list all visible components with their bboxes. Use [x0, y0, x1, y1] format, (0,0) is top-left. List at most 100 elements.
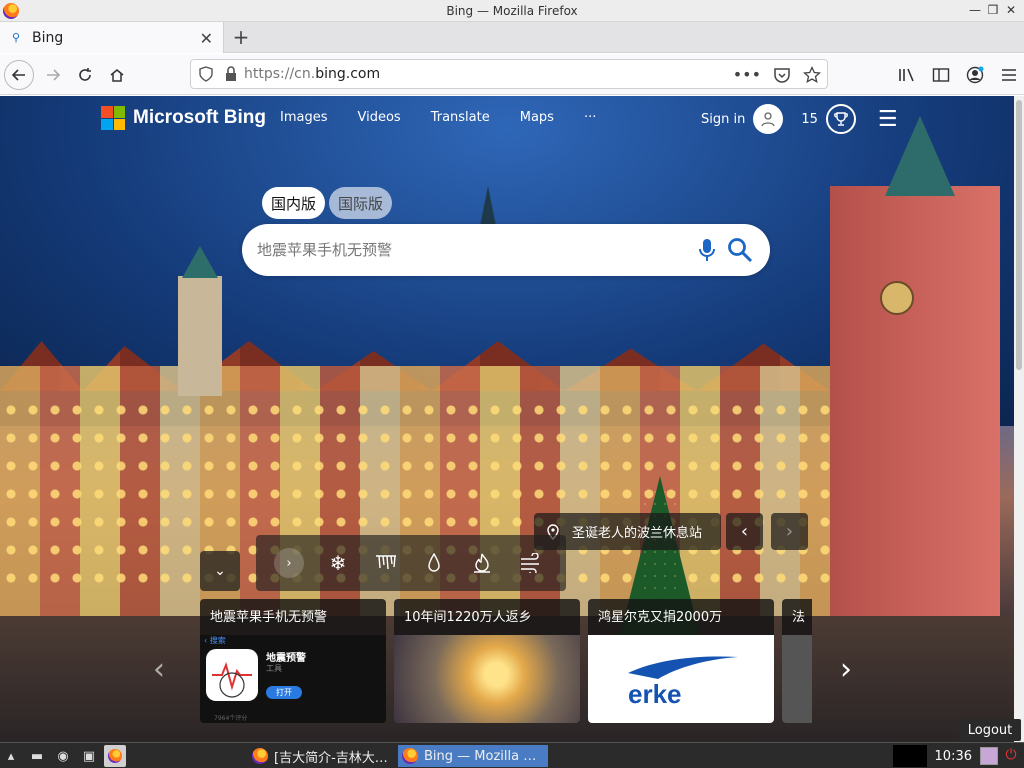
shield-icon[interactable] — [198, 66, 214, 82]
weather-strip: › ❄ — [256, 535, 566, 591]
url-text: https://cn.bing.com — [244, 66, 381, 82]
bing-search-icon: ⚲ — [11, 31, 21, 44]
pocket-icon[interactable] — [773, 66, 791, 84]
firefox-icon — [402, 748, 418, 764]
close-window-icon[interactable]: ✕ — [1004, 2, 1018, 18]
page-actions-icon[interactable]: ••• — [733, 65, 761, 84]
app-open-button: 打开 — [266, 686, 302, 699]
next-image-button[interactable]: › — [771, 513, 808, 550]
news-cards: 地震苹果手机无预警 ‹ 搜索 地震预警 工具 打开 7964个评分 10年间12… — [200, 599, 812, 723]
vertical-scrollbar[interactable] — [1014, 96, 1024, 742]
lock-icon[interactable] — [224, 66, 238, 82]
app-category: 工具 — [266, 664, 282, 673]
reload-button[interactable] — [70, 60, 100, 90]
task-button[interactable]: [吉大简介-吉林大… — [248, 745, 396, 767]
trophy-icon[interactable] — [825, 104, 856, 134]
page-viewport: Microsoft Bing Images Videos Translate M… — [0, 96, 1014, 742]
back-button[interactable] — [4, 60, 34, 90]
nav-images[interactable]: Images — [280, 110, 328, 125]
nav-translate[interactable]: Translate — [431, 110, 490, 125]
sign-in-link[interactable]: Sign in — [701, 112, 745, 127]
desktop-icon[interactable]: ▬ — [26, 745, 48, 767]
strip-next-icon[interactable]: › — [274, 548, 304, 578]
news-card[interactable]: 鸿星尔克又捐2000万 erke — [588, 599, 774, 723]
window-titlebar: Bing — Mozilla Firefox — ❒ ✕ — [0, 0, 1024, 22]
task-button-active[interactable]: Bing — Mozilla … — [398, 745, 548, 767]
avatar-icon[interactable] — [753, 104, 784, 134]
menu-icon[interactable] — [994, 60, 1024, 90]
power-icon[interactable]: ⏻ — [1002, 747, 1020, 765]
erke-logo-text: erke — [628, 679, 682, 709]
address-bar[interactable]: https://cn.bing.com ••• — [190, 59, 828, 89]
nav-more[interactable]: ··· — [584, 110, 596, 125]
sidebar-icon[interactable] — [926, 60, 956, 90]
collapse-button[interactable]: ⌄ — [200, 551, 240, 591]
caption-text: 圣诞老人的波兰休息站 — [572, 526, 703, 541]
system-tray: 10:36 ⏻ — [892, 745, 1024, 767]
card-title: 法 — [792, 610, 806, 625]
hamburger-menu-icon[interactable]: ☰ — [878, 107, 898, 132]
window-switch-icon[interactable]: ▣ — [78, 745, 100, 767]
globe-icon[interactable]: ◉ — [52, 745, 74, 767]
card-title: 地震苹果手机无预警 — [210, 610, 328, 625]
news-card[interactable]: 法 — [782, 599, 812, 723]
firefox-launcher-icon[interactable] — [104, 745, 126, 767]
wind-icon[interactable] — [516, 549, 544, 577]
account-icon[interactable] — [960, 60, 990, 90]
card-image — [782, 635, 812, 723]
forward-button[interactable] — [38, 60, 68, 90]
brand-name: Microsoft Bing — [133, 107, 266, 128]
card-title: 鸿星尔克又捐2000万 — [598, 610, 723, 625]
close-tab-icon[interactable]: ✕ — [200, 29, 213, 48]
tray-area — [892, 745, 927, 767]
tab-strip: ⚲ Bing ✕ + — [0, 22, 1024, 53]
task-label: Bing — Mozilla … — [424, 748, 537, 764]
nav-maps[interactable]: Maps — [520, 110, 554, 125]
microsoft-logo-icon — [101, 106, 125, 130]
library-icon[interactable] — [892, 60, 922, 90]
minimize-icon[interactable]: — — [968, 2, 982, 18]
navigation-bar: https://cn.bing.com ••• — [0, 54, 1024, 95]
bing-nav: Images Videos Translate Maps ··· — [280, 110, 626, 125]
fire-icon[interactable] — [468, 549, 496, 577]
new-tab-button[interactable]: + — [230, 25, 252, 49]
tab-bing[interactable]: ⚲ Bing ✕ — [0, 22, 224, 53]
tab-domestic[interactable]: 国内版 — [262, 187, 326, 219]
region-tabs: 国内版 国际版 — [262, 187, 393, 219]
firefox-icon — [252, 748, 268, 764]
tab-international[interactable]: 国际版 — [329, 187, 393, 219]
toolbar-right — [892, 60, 1024, 90]
app-icon — [206, 649, 258, 701]
bing-logo[interactable]: Microsoft Bing — [101, 106, 266, 130]
logout-button[interactable]: Logout — [959, 719, 1021, 741]
urlbar-actions: ••• — [733, 65, 821, 84]
search-icon[interactable] — [727, 237, 753, 263]
card-image-app: ‹ 搜索 地震预警 工具 打开 7964个评分 — [200, 635, 386, 723]
card-image-sunset — [394, 635, 580, 723]
drop-icon[interactable] — [420, 549, 448, 577]
microphone-icon[interactable] — [697, 238, 717, 262]
window-controls: — ❒ ✕ — [968, 2, 1018, 18]
bookmark-star-icon[interactable] — [803, 65, 821, 84]
maximize-icon[interactable]: ❒ — [986, 2, 1000, 18]
search-box — [242, 224, 770, 276]
battery-icon[interactable] — [980, 747, 998, 765]
search-input[interactable] — [257, 241, 677, 259]
background-tower — [178, 246, 222, 396]
nav-videos[interactable]: Videos — [358, 110, 401, 125]
icicles-icon[interactable] — [372, 549, 400, 577]
window-title: Bing — Mozilla Firefox — [446, 3, 578, 18]
home-button[interactable] — [102, 60, 132, 90]
snowflake-icon[interactable]: ❄ — [324, 549, 352, 577]
start-menu-icon[interactable]: ▴ — [0, 745, 22, 767]
cards-previous-icon[interactable]: ‹ — [153, 652, 165, 687]
news-card[interactable]: 10年间1220万人返乡 — [394, 599, 580, 723]
cards-next-icon[interactable]: › — [840, 652, 852, 687]
previous-image-button[interactable]: ‹ — [726, 513, 763, 550]
clock[interactable]: 10:36 — [935, 749, 972, 764]
news-card[interactable]: 地震苹果手机无预警 ‹ 搜索 地震预警 工具 打开 7964个评分 — [200, 599, 386, 723]
rewards-points[interactable]: 15 — [801, 112, 818, 127]
card-title: 10年间1220万人返乡 — [404, 610, 532, 625]
bing-header: Microsoft Bing Images Videos Translate M… — [0, 96, 1014, 142]
card-image-erke-logo: erke — [588, 635, 774, 723]
